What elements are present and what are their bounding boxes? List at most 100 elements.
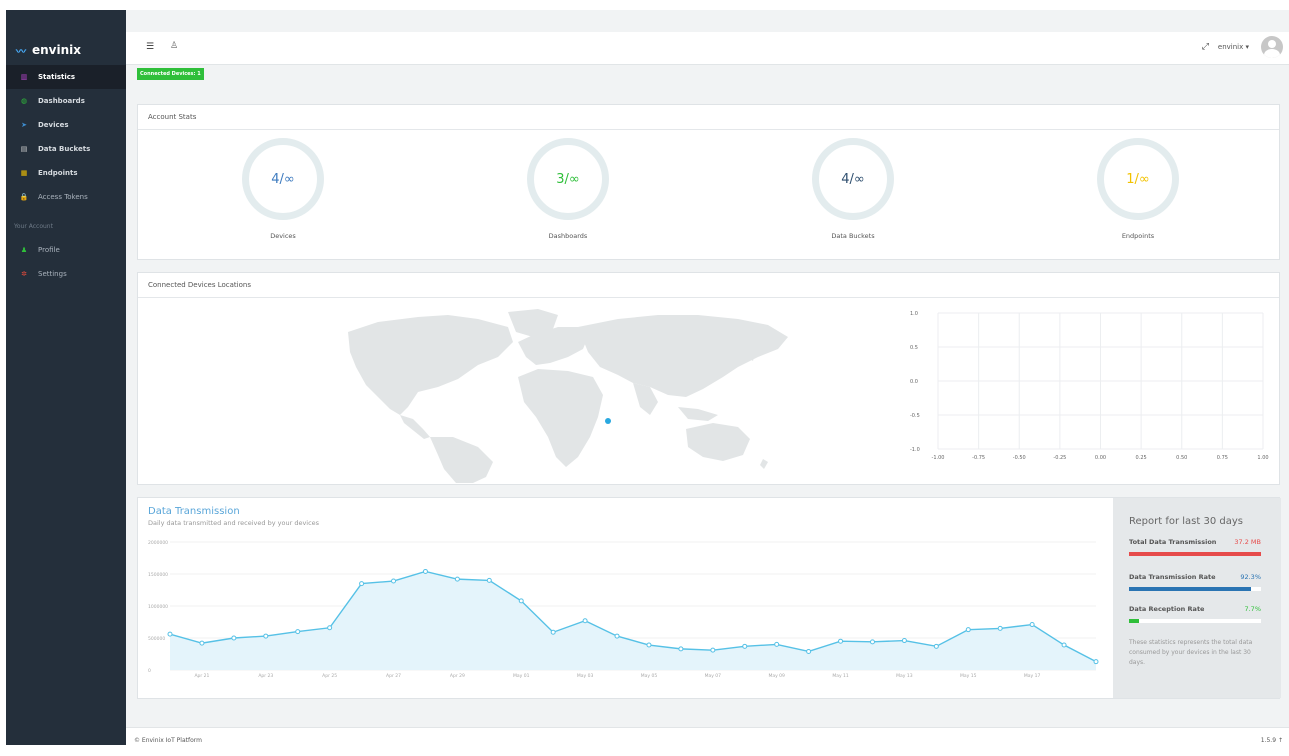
connected-devices-badge: Connected Devices: 1 (137, 68, 204, 80)
data-point[interactable] (838, 638, 844, 644)
x-tick-label: May 07 (705, 673, 722, 679)
report-progress-fill (1129, 619, 1140, 623)
data-point[interactable] (486, 577, 492, 583)
fullscreen-icon[interactable]: ⤢ (1202, 42, 1209, 52)
data-point[interactable] (1061, 642, 1067, 648)
data-point[interactable] (1029, 622, 1035, 628)
data-point[interactable] (933, 643, 939, 649)
sidebar-item-devices[interactable]: ➤ Devices (6, 113, 126, 137)
data-point[interactable] (263, 633, 269, 639)
stat-label: Devices (270, 232, 296, 240)
lock-icon: 🔒 (19, 193, 29, 201)
x-tick-label: 1.00 (1257, 455, 1268, 461)
stat-label: Dashboards (548, 232, 588, 240)
y-tick-label: 0.5 (910, 345, 918, 351)
sidebar-item-data-buckets[interactable]: ▤ Data Buckets (6, 137, 126, 161)
x-tick-label: 0.75 (1217, 455, 1228, 461)
x-tick-label: May 17 (1024, 673, 1041, 679)
briefcase-icon: ▦ (20, 169, 28, 177)
data-point[interactable] (454, 576, 460, 582)
data-transmission-chart: 2000000 1500000 1000000 500000 0 Apr 21 Apr 23… (148, 540, 1099, 679)
footer-copyright: © Envinix IoT Platform (134, 737, 202, 744)
footer-version: 1.5.9 ↑ (1261, 737, 1283, 744)
y-tick-label: 0 (148, 668, 151, 674)
data-point[interactable] (550, 629, 556, 635)
data-point[interactable] (518, 598, 524, 604)
envinix-logo-icon: 〰 (16, 46, 26, 58)
data-point[interactable] (646, 642, 652, 648)
data-transmission-panel: Data Transmission Daily data transmitted… (137, 497, 1281, 699)
report-progress-bar (1129, 587, 1261, 591)
stat-data-buckets: 4/∞ Data Buckets (778, 138, 928, 240)
user-outline-icon[interactable]: ♙ (170, 41, 178, 51)
data-point[interactable] (231, 635, 237, 641)
data-point[interactable] (295, 629, 301, 635)
y-tick-label: -0.5 (910, 413, 920, 419)
data-transmission-title: Data Transmission (148, 506, 240, 517)
x-tick-label: May 15 (960, 673, 977, 679)
data-point[interactable] (327, 625, 333, 631)
sidebar-item-label: Endpoints (38, 169, 78, 177)
data-point[interactable] (359, 581, 365, 587)
data-point[interactable] (965, 627, 971, 633)
data-transmission-subtitle: Daily data transmitted and received by y… (148, 519, 320, 527)
report-row-value: 92.3% (1240, 573, 1261, 581)
report-row-label: Data Reception Rate (1129, 605, 1205, 613)
data-point[interactable] (614, 633, 620, 639)
main-content: ☰ ♙ ⤢ envinix ▾ Connected Devices: 1 Acc… (126, 10, 1289, 756)
data-point[interactable] (422, 568, 428, 574)
series-area (170, 571, 1096, 670)
data-point[interactable] (806, 648, 812, 654)
send-icon: ➤ (21, 121, 27, 129)
data-point[interactable] (901, 638, 907, 644)
device-location-marker[interactable] (605, 418, 611, 424)
sidebar-item-dashboards[interactable]: ◍ Dashboards (6, 89, 126, 113)
x-tick-label: Apr 23 (258, 673, 273, 679)
account-stats-panel: Account Stats 4/∞ Devices 3/∞ Dashboards 4/∞… (137, 104, 1280, 260)
sidebar-item-access-tokens[interactable]: 🔒 Access Tokens (6, 185, 126, 209)
data-point[interactable] (167, 631, 173, 637)
sidebar-item-label: Devices (38, 121, 69, 129)
y-tick-label: 500000 (148, 636, 165, 642)
sidebar-item-endpoints[interactable]: ▦ Endpoints (6, 161, 126, 185)
stat-label: Endpoints (1121, 232, 1155, 240)
scroll-top-icon[interactable]: ↑ (1278, 737, 1283, 744)
sidebar-item-statistics[interactable]: ▥ Statistics (6, 65, 126, 89)
x-tick-label: Apr 21 (194, 673, 209, 679)
data-point[interactable] (774, 641, 780, 647)
data-point[interactable] (199, 640, 205, 646)
topbar: ☰ ♙ ⤢ envinix ▾ (126, 32, 1289, 65)
x-tick-label: Apr 25 (322, 673, 337, 679)
stat-devices: 4/∞ Devices (208, 138, 358, 240)
x-tick-label: May 13 (896, 673, 913, 679)
sidebar-item-label: Access Tokens (38, 193, 88, 201)
data-point[interactable] (710, 647, 716, 653)
data-point[interactable] (678, 646, 684, 652)
sidebar-toggle-icon[interactable]: ☰ (146, 42, 154, 52)
x-tick-label: May 11 (832, 673, 849, 679)
report-row-value: 7.7% (1244, 605, 1261, 613)
account-stats-title: Account Stats (138, 105, 1279, 130)
account-item-settings[interactable]: ✲ Settings (6, 262, 126, 286)
avatar[interactable] (1261, 36, 1283, 58)
data-point[interactable] (391, 578, 397, 584)
y-tick-label: 0.0 (910, 379, 918, 385)
bar-chart-icon: ▥ (20, 73, 28, 81)
your-account-label: Your Account (14, 223, 53, 230)
brand[interactable]: 〰 envinix (6, 35, 126, 65)
stat-ring: 1/∞ (1097, 138, 1179, 220)
data-point[interactable] (742, 643, 748, 649)
data-point[interactable] (997, 625, 1003, 631)
data-point[interactable] (1093, 659, 1099, 665)
x-tick-label: -0.50 (1013, 455, 1026, 461)
report-row-value: 37.2 MB (1234, 538, 1261, 546)
data-point[interactable] (869, 639, 875, 645)
report-row-data-transmission-rate: Data Transmission Rate 92.3% (1129, 573, 1261, 581)
y-tick-label: 1.0 (910, 311, 918, 317)
user-menu[interactable]: envinix ▾ (1218, 43, 1249, 51)
locations-panel: Connected Devices Locations 1.0 0.5 0.0 … (137, 272, 1280, 485)
data-point[interactable] (582, 618, 588, 624)
account-item-profile[interactable]: ♟ Profile (6, 238, 126, 262)
user-icon: ♟ (20, 246, 28, 254)
report-progress-bar (1129, 619, 1261, 623)
